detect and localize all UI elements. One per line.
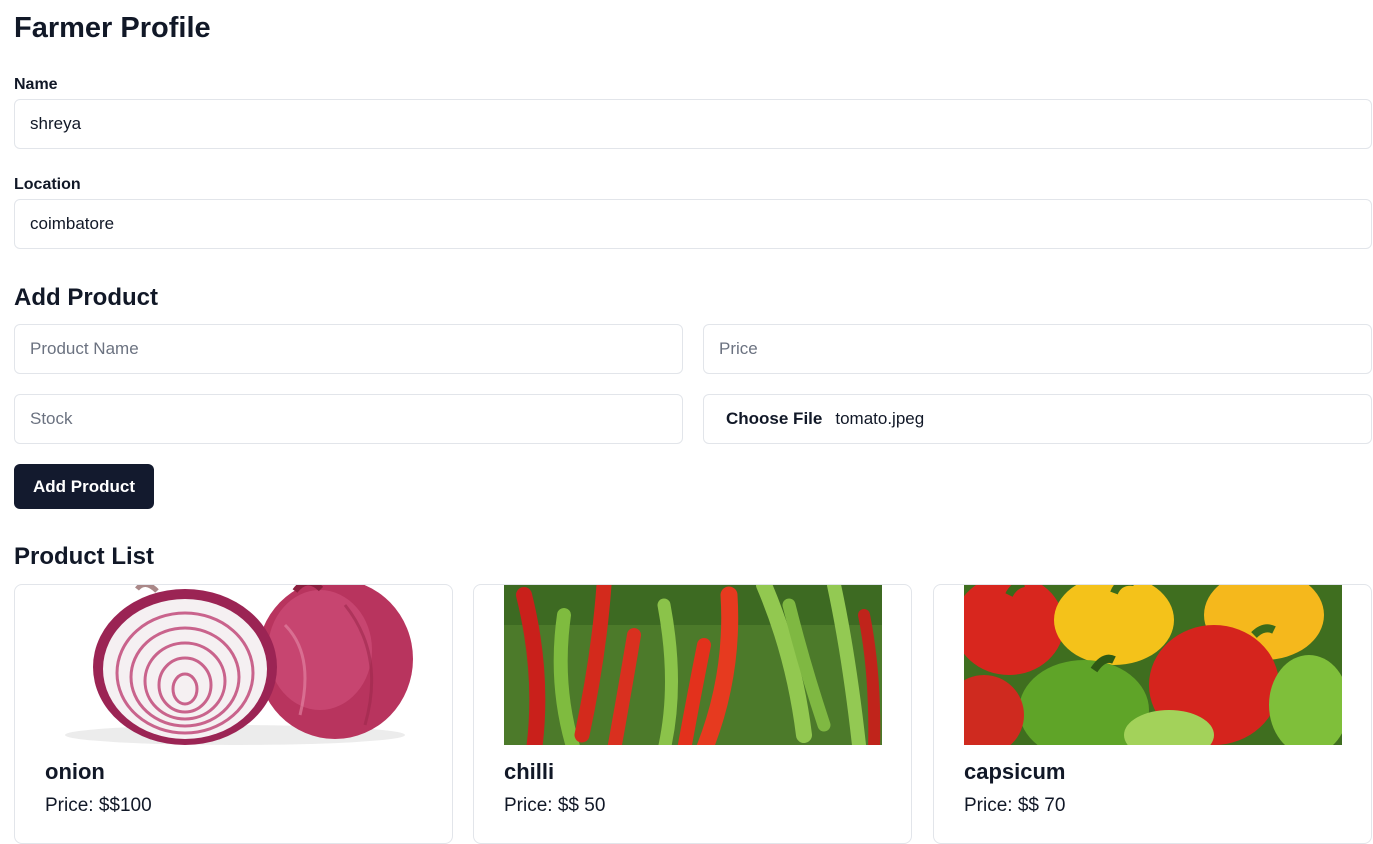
product-price: Price: $$ 70 [964, 795, 1066, 816]
product-name: capsicum [964, 759, 1066, 784]
name-input[interactable] [14, 99, 1372, 149]
price-input[interactable] [703, 324, 1372, 374]
product-name-input[interactable] [14, 324, 683, 374]
farmer-profile-page: Farmer Profile Name Location Add Product… [0, 0, 1373, 844]
selected-file-name: tomato.jpeg [835, 409, 925, 428]
name-label: Name [14, 76, 58, 93]
product-card-capsicum: capsicum Price: $$ 70 [933, 584, 1372, 844]
stock-input[interactable] [14, 394, 683, 444]
product-list-heading: Product List [14, 543, 155, 570]
choose-file-button[interactable]: Choose File [726, 409, 822, 429]
add-product-heading: Add Product [14, 284, 158, 311]
product-price: Price: $$ 50 [504, 795, 606, 816]
onion-image [45, 585, 423, 745]
page-title: Farmer Profile [14, 12, 211, 44]
product-name: onion [45, 759, 105, 784]
product-card-chilli: chilli Price: $$ 50 [473, 584, 912, 844]
product-card-onion: onion Price: $$100 [14, 584, 453, 844]
product-price: Price: $$100 [45, 795, 152, 816]
capsicum-image [964, 585, 1342, 745]
location-input[interactable] [14, 199, 1372, 249]
add-product-button[interactable]: Add Product [14, 464, 154, 509]
location-label: Location [14, 176, 81, 193]
chilli-image [504, 585, 882, 745]
image-file-input[interactable]: Choose File tomato.jpeg [703, 394, 1372, 444]
product-name: chilli [504, 759, 555, 784]
